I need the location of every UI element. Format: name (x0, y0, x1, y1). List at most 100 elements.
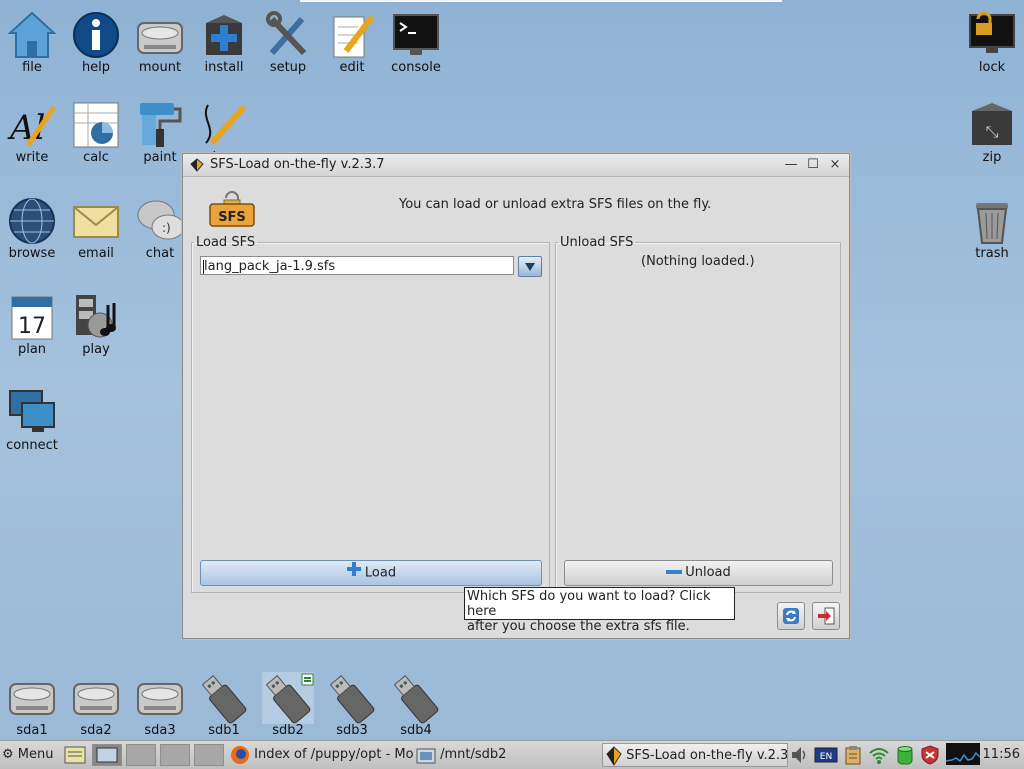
refresh-button[interactable] (777, 602, 805, 630)
desktop-icon-setup[interactable]: setup (257, 4, 319, 96)
desktop-icon-label: email (78, 246, 114, 261)
tools-icon (262, 9, 314, 61)
workspace-window-icon (96, 747, 118, 763)
desktop-icon-browse[interactable]: browse (1, 190, 63, 282)
drive-label: sda3 (144, 723, 176, 738)
hard-drive-icon (134, 672, 186, 724)
firewall-shield-icon[interactable] (920, 745, 940, 769)
desktop-icon-label: trash (975, 246, 1009, 261)
sfs-file-value: lang_pack_ja-1.9.sfs (204, 259, 336, 274)
desktop-icon-label: play (82, 342, 110, 357)
paint-roller-icon (134, 99, 186, 151)
calendar-day: 17 (18, 314, 46, 339)
home-folder-icon (6, 9, 58, 61)
desktop-icon-plan[interactable]: 17 plan (1, 286, 63, 378)
unload-sfs-group: Unload SFS (555, 235, 841, 593)
svg-text:EN: EN (820, 752, 832, 762)
task-label: Index of /puppy/opt - Moz (254, 747, 414, 762)
desktop-icon-console[interactable]: console (385, 4, 447, 96)
archive-box-icon: ⤡ (966, 99, 1018, 151)
writer-icon: Al (6, 99, 58, 151)
unload-sfs-legend: Unload SFS (560, 235, 634, 250)
desktop-icon-calc[interactable]: calc (65, 94, 127, 186)
nothing-loaded-status: (Nothing loaded.) (641, 254, 755, 269)
window-titlebar[interactable]: SFS-Load on-the-fly v.2.3.7 — ☐ × (183, 154, 849, 177)
media-icon (70, 291, 122, 343)
desktop-icon-write[interactable]: Al write (1, 94, 63, 186)
desktop-icon-label: setup (269, 60, 307, 75)
unload-button[interactable]: Unload (564, 560, 833, 586)
drive-label: sdb1 (208, 723, 240, 738)
envelope-icon (70, 195, 122, 247)
unload-button-label: Unload (685, 565, 731, 580)
task-firefox[interactable]: Index of /puppy/opt - Moz (230, 743, 414, 767)
desktop-icon-email[interactable]: email (65, 190, 127, 282)
sfs-badge-text: SFS (218, 210, 246, 225)
desktop-icon-help[interactable]: help (65, 4, 127, 96)
clipboard-icon[interactable] (844, 745, 862, 769)
load-button[interactable]: Load (200, 560, 542, 586)
drive-label: sdb2 (272, 723, 304, 738)
workspace-4[interactable] (194, 744, 224, 766)
menu-button[interactable]: ⚙ Menu (2, 743, 64, 767)
hard-drive-icon (134, 9, 186, 61)
workspace-1[interactable] (92, 744, 122, 766)
desktop-icon-zip[interactable]: ⤡ zip (961, 94, 1023, 186)
install-box-icon (198, 9, 250, 61)
task-sfs-load[interactable]: SFS-Load on-the-fly v.2.3 (602, 743, 788, 767)
desktop-icon-connect[interactable]: connect (1, 382, 63, 474)
calendar-icon: 17 (6, 291, 58, 343)
workspace-2[interactable] (126, 744, 156, 766)
desktop-icon-install[interactable]: install (193, 4, 255, 96)
refresh-icon (783, 608, 799, 624)
draw-pen-icon (198, 99, 250, 151)
desktop-icon-label: mount (138, 60, 182, 75)
sfs-file-input[interactable]: lang_pack_ja-1.9.sfs (200, 256, 514, 275)
usb-drive-icon (262, 672, 314, 724)
drive-label: sdb4 (400, 723, 432, 738)
load-sfs-legend: Load SFS (196, 235, 256, 250)
maximize-button[interactable]: ☐ (804, 156, 822, 173)
sfs-package-icon: SFS (208, 184, 256, 232)
desktop-icon-play[interactable]: play (65, 286, 127, 378)
cpu-monitor-icon (945, 743, 981, 769)
volume-icon[interactable] (790, 745, 808, 769)
usb-drive-icon (198, 672, 250, 724)
desktop-icon-file[interactable]: file (1, 4, 63, 96)
notepad-pencil-icon (326, 9, 378, 61)
header-description: You can load or unload extra SFS files o… (399, 197, 712, 212)
menu-label: Menu (17, 747, 54, 762)
desktop-icon-label: help (81, 60, 111, 75)
network-monitors-icon (6, 387, 58, 439)
storage-icon[interactable] (896, 745, 914, 769)
task-label: /mnt/sdb2 (440, 747, 507, 762)
show-desktop-button[interactable] (64, 743, 88, 767)
sfs-file-combo[interactable]: lang_pack_ja-1.9.sfs (200, 256, 542, 277)
keyboard-layout-icon[interactable]: EN (814, 745, 838, 769)
desktop-icon-lock[interactable]: lock (961, 4, 1023, 96)
desktop-icon-trash[interactable]: trash (961, 190, 1023, 282)
task-folder[interactable]: /mnt/sdb2 (416, 743, 566, 767)
wifi-icon[interactable] (868, 745, 890, 769)
workspace-3[interactable] (160, 744, 190, 766)
usb-drive-icon (326, 672, 378, 724)
desktop-icon-label: zip (982, 150, 1002, 165)
load-sfs-group: Load SFS (191, 235, 550, 593)
hard-drive-icon (70, 672, 122, 724)
close-button[interactable]: × (826, 156, 844, 173)
desktop-icon-edit[interactable]: edit (321, 4, 383, 96)
chevron-down-icon (525, 263, 535, 271)
desktop-icon-label: lock (978, 60, 1006, 75)
combo-dropdown-button[interactable] (518, 256, 542, 277)
minimize-button[interactable]: — (782, 156, 800, 173)
exit-button[interactable] (812, 602, 840, 630)
task-label: SFS-Load on-the-fly v.2.3 (626, 748, 788, 763)
terminal-icon (390, 9, 442, 61)
chat-bubble-icon: :) (134, 195, 186, 247)
menu-icon: ⚙ (2, 747, 14, 762)
firefox-icon (231, 745, 249, 764)
window-title: SFS-Load on-the-fly v.2.3.7 (210, 157, 385, 172)
sfs-app-icon (190, 158, 204, 176)
desktop-icon-mount[interactable]: mount (129, 4, 191, 96)
trash-icon (966, 195, 1018, 247)
